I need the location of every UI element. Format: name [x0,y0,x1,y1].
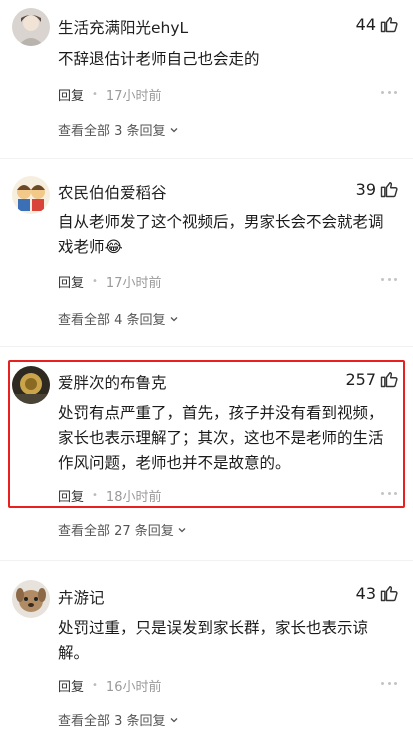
comment-line: 作风问题，老师也并不是故意的。 [58,454,291,472]
timestamp: 16小时前 [105,680,162,695]
comment-line: 处罚过重，只是误发到家长群，家长也表示谅 [58,619,369,637]
like-count: 39 [355,179,376,199]
comment-line: 解。 [58,644,90,662]
comment-line: 不辞退估计老师自己也会走的 [58,50,260,68]
thumbs-up-icon [380,16,398,33]
separator-dot: • [92,680,98,691]
like-count: 44 [355,14,376,34]
thumbs-up-icon [380,181,398,198]
divider [0,346,413,347]
avatar[interactable] [12,8,50,46]
chevron-down-icon [178,527,186,532]
comment-text: 自从老师发了这个视频后，男家长会不会就老调 戏老师😂 [58,210,396,260]
more-dots-icon[interactable] [381,91,397,95]
view-all-label: 查看全部 4 条回复 [58,313,166,328]
view-all-label: 查看全部 3 条回复 [58,714,166,729]
separator-dot: • [92,490,98,501]
comment-text: 处罚有点严重了，首先，孩子并没有看到视频， 家长也表示理解了；其次，这也不是老师… [58,401,396,476]
more-dots-icon[interactable] [381,682,397,686]
timestamp: 17小时前 [105,89,162,104]
reply-button[interactable]: 回复 [58,272,84,291]
chevron-down-icon [170,127,178,132]
like-button[interactable]: 257 [345,369,399,389]
view-all-replies-button[interactable]: 查看全部 27 条回复 [58,520,187,539]
username[interactable]: 农民伯伯爱稻谷 [58,181,167,203]
separator-dot: • [92,276,98,287]
comment-line: 自从老师发了这个视频后，男家长会不会就老调 [58,213,384,231]
avatar[interactable] [12,176,50,214]
reply-button[interactable]: 回复 [58,85,84,104]
timestamp: 18小时前 [105,490,162,505]
view-all-replies-button[interactable]: 查看全部 3 条回复 [58,120,179,139]
comment-meta: 回复 • 18小时前 [58,486,161,505]
separator-dot: • [92,89,98,100]
thumbs-up-icon [380,371,398,388]
divider [0,560,413,561]
comment-line: 处罚有点严重了，首先，孩子并没有看到视频， [58,404,384,422]
chevron-down-icon [170,316,178,321]
view-all-label: 查看全部 3 条回复 [58,124,166,139]
timestamp: 17小时前 [105,276,162,291]
comment-meta: 回复 • 17小时前 [58,85,161,104]
reply-button[interactable]: 回复 [58,676,84,695]
avatar[interactable] [12,580,50,618]
like-button[interactable]: 39 [356,179,399,199]
avatar[interactable] [12,366,50,404]
comment-line: 戏老师😂 [58,238,123,256]
divider [0,158,413,159]
like-button[interactable]: 43 [356,583,399,603]
reply-button[interactable]: 回复 [58,486,84,505]
like-button[interactable]: 44 [356,14,399,34]
like-count: 43 [355,583,376,603]
view-all-replies-button[interactable]: 查看全部 3 条回复 [58,710,179,729]
comment-text: 处罚过重，只是误发到家长群，家长也表示谅 解。 [58,616,396,666]
comment-text: 不辞退估计老师自己也会走的 [58,47,396,72]
more-dots-icon[interactable] [381,492,397,496]
view-all-replies-button[interactable]: 查看全部 4 条回复 [58,309,179,328]
thumbs-up-icon [380,585,398,602]
like-count: 257 [345,369,376,389]
username[interactable]: 卉游记 [58,586,105,608]
comment-meta: 回复 • 17小时前 [58,272,161,291]
view-all-label: 查看全部 27 条回复 [58,524,174,539]
comment-meta: 回复 • 16小时前 [58,676,161,695]
chevron-down-icon [170,717,178,722]
more-dots-icon[interactable] [381,278,397,282]
username[interactable]: 生活充满阳光ehyL [58,16,188,38]
comment-line: 家长也表示理解了；其次，这也不是老师的生活 [58,429,384,447]
username[interactable]: 爱胖次的布鲁克 [58,371,167,393]
